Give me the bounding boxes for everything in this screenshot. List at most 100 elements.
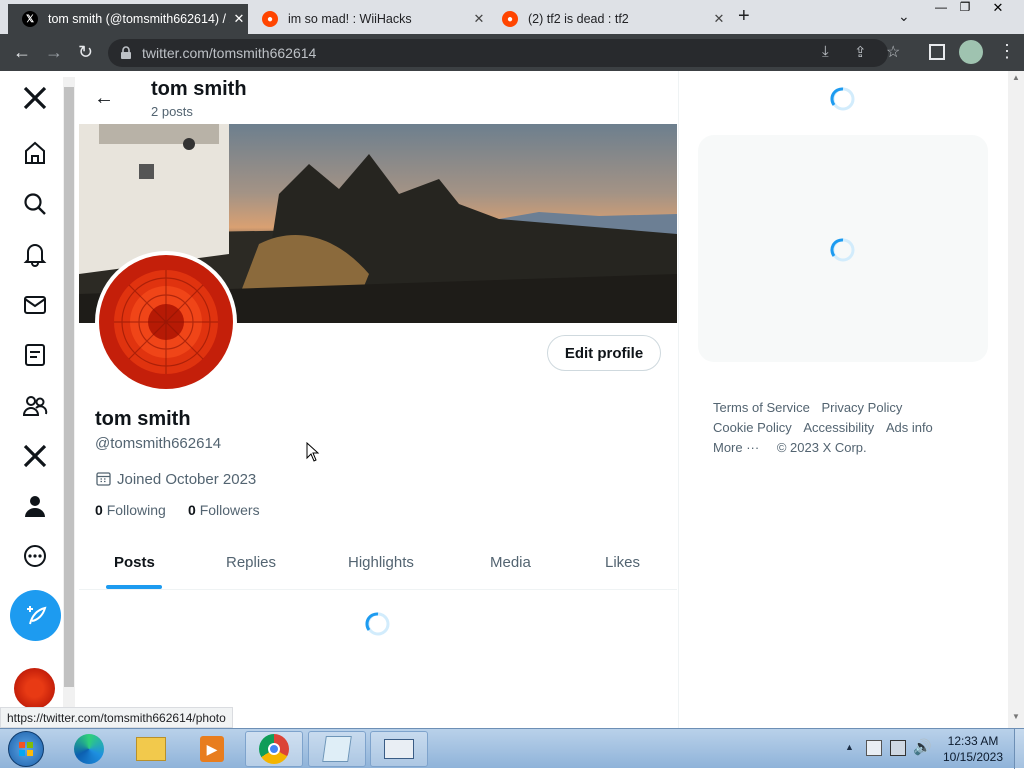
- profile-person-icon[interactable]: [20, 491, 50, 521]
- share-icon[interactable]: ⇪: [854, 43, 867, 61]
- chrome-taskbar-button[interactable]: [245, 731, 303, 767]
- chrome-icon: [259, 734, 289, 764]
- back-arrow-icon[interactable]: ←: [13, 42, 31, 63]
- compose-post-button[interactable]: [10, 590, 61, 641]
- tab-title: tom smith (@tomsmith662614) / X: [48, 12, 230, 26]
- loading-spinner-icon: [365, 612, 390, 636]
- footer-links: Terms of Service Privacy Policy Cookie P…: [713, 398, 993, 458]
- handle: @tomsmith662614: [95, 435, 222, 452]
- notepad-icon: [322, 736, 352, 762]
- browser-tab-tf2[interactable]: ● (2) tf2 is dead : tf2 ✕: [488, 4, 728, 34]
- link-status-bar: https://twitter.com/tomsmith662614/photo: [0, 707, 233, 728]
- tab-highlights[interactable]: Highlights: [348, 554, 414, 571]
- following-link[interactable]: 0 Following: [95, 502, 166, 518]
- more-link[interactable]: More ···: [713, 440, 759, 455]
- dahlia-flower-image: [99, 255, 233, 389]
- terms-link[interactable]: Terms of Service: [713, 400, 810, 415]
- minimize-icon[interactable]: —: [930, 0, 952, 16]
- reddit-favicon-icon: ●: [262, 11, 278, 27]
- media-player-taskbar-button[interactable]: ▶: [183, 731, 241, 767]
- install-app-icon[interactable]: ⤓: [822, 43, 829, 60]
- windows-taskbar: ▶ ▲ 🔊 12:33 AM 10/15/2023: [0, 728, 1024, 769]
- loading-spinner-icon: [830, 87, 855, 111]
- new-tab-icon[interactable]: +: [738, 5, 750, 28]
- reddit-favicon-icon: ●: [502, 11, 518, 27]
- accessibility-link[interactable]: Accessibility: [803, 420, 874, 435]
- close-tab-icon[interactable]: ✕: [470, 11, 488, 27]
- show-hidden-icons-icon[interactable]: ▲: [845, 742, 854, 752]
- side-panel-icon[interactable]: [929, 44, 945, 60]
- x-logo-icon[interactable]: [20, 83, 50, 113]
- address-bar[interactable]: twitter.com/tomsmith662614 ⤓ ⇪ ☆: [108, 39, 900, 67]
- nav-scrollbar[interactable]: [63, 77, 75, 707]
- communities-icon[interactable]: [20, 391, 50, 421]
- lists-icon[interactable]: [20, 340, 50, 370]
- header-title: tom smith: [151, 78, 247, 100]
- volume-icon[interactable]: 🔊: [913, 738, 932, 756]
- bookmark-star-icon[interactable]: ☆: [886, 42, 900, 62]
- scroll-up-arrow-icon[interactable]: ▲: [1012, 73, 1020, 82]
- account-avatar[interactable]: [14, 668, 55, 709]
- tab-posts[interactable]: Posts: [114, 554, 155, 571]
- tabs-divider: [79, 589, 677, 590]
- copyright-text: © 2023 X Corp.: [776, 440, 867, 455]
- show-desktop-button[interactable]: [1014, 729, 1024, 769]
- reload-icon[interactable]: ↻: [78, 42, 93, 63]
- tab-media[interactable]: Media: [490, 554, 531, 571]
- forward-arrow-icon[interactable]: →: [45, 42, 63, 63]
- loading-spinner-icon: [830, 238, 855, 262]
- keyboard-taskbar-button[interactable]: [370, 731, 428, 767]
- clock-time: 12:33 AM: [947, 734, 999, 748]
- privacy-link[interactable]: Privacy Policy: [821, 400, 902, 415]
- search-icon[interactable]: [20, 189, 50, 219]
- profile-avatar-icon[interactable]: [959, 40, 983, 64]
- home-icon[interactable]: [20, 138, 50, 168]
- edge-taskbar-button[interactable]: [60, 731, 118, 767]
- followers-label: Followers: [199, 502, 260, 518]
- join-date: Joined October 2023: [117, 471, 257, 488]
- premium-x-icon[interactable]: [20, 441, 50, 471]
- scrollbar-thumb[interactable]: [64, 87, 74, 687]
- notepad-taskbar-button[interactable]: [308, 731, 366, 767]
- tab-likes[interactable]: Likes: [605, 554, 640, 571]
- profile-avatar[interactable]: [95, 251, 237, 393]
- clock-date: 10/15/2023: [942, 750, 1004, 764]
- clock[interactable]: 12:33 AM 10/15/2023: [938, 733, 1008, 765]
- page-scrollbar[interactable]: ▲ ▼: [1008, 71, 1024, 728]
- start-button[interactable]: [8, 731, 44, 767]
- restore-icon[interactable]: ❐: [954, 0, 976, 16]
- following-label: Following: [106, 502, 166, 518]
- browser-tab-wiihacks[interactable]: ● im so mad! : WiiHacks ✕: [248, 4, 488, 34]
- tab-title: (2) tf2 is dead : tf2: [528, 12, 629, 26]
- close-tab-icon[interactable]: ✕: [710, 11, 728, 27]
- close-window-icon[interactable]: ✕: [978, 0, 1018, 16]
- close-tab-icon[interactable]: ✕: [230, 11, 248, 27]
- feather-plus-icon: [26, 605, 46, 624]
- more-options-icon[interactable]: [20, 541, 50, 571]
- followers-link[interactable]: 0 Followers: [188, 502, 260, 518]
- tab-search-icon[interactable]: ⌄: [898, 8, 910, 25]
- calendar-icon: [96, 472, 111, 486]
- ads-info-link[interactable]: Ads info: [886, 420, 933, 435]
- cookie-link[interactable]: Cookie Policy: [713, 420, 792, 435]
- messages-mail-icon[interactable]: [20, 290, 50, 320]
- edit-profile-button[interactable]: Edit profile: [547, 335, 661, 371]
- scroll-down-arrow-icon[interactable]: ▼: [1012, 712, 1020, 721]
- display-name: tom smith: [95, 408, 191, 430]
- action-center-flag-icon[interactable]: [866, 740, 882, 756]
- trends-panel: [698, 135, 988, 362]
- folder-icon: [136, 737, 166, 761]
- notifications-bell-icon[interactable]: [20, 239, 50, 269]
- network-icon[interactable]: [890, 740, 906, 756]
- back-arrow-icon[interactable]: ←: [94, 87, 114, 110]
- post-count: 2 posts: [151, 104, 193, 119]
- browser-toolbar: ← → ↻ twitter.com/tomsmith662614 ⤓ ⇪ ☆ ⋮: [0, 34, 1024, 71]
- url-text: twitter.com/tomsmith662614: [142, 45, 317, 61]
- explorer-taskbar-button[interactable]: [122, 731, 180, 767]
- lock-icon: [121, 46, 131, 59]
- chrome-menu-icon[interactable]: ⋮: [998, 41, 1016, 62]
- browser-tab-twitter[interactable]: 𝕏 tom smith (@tomsmith662614) / X ✕: [8, 4, 248, 34]
- on-screen-keyboard-icon: [384, 739, 414, 759]
- twitter-page: ← tom smith 2 posts Edit profile tom smi…: [0, 71, 1024, 728]
- tab-replies[interactable]: Replies: [226, 554, 276, 571]
